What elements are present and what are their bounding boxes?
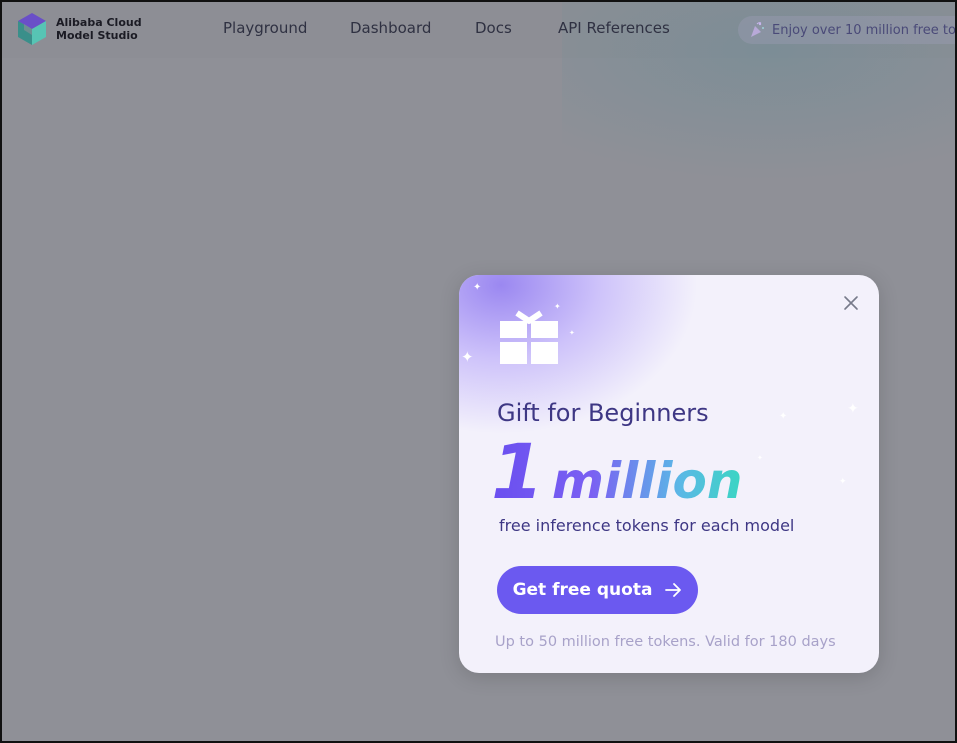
get-free-quota-button[interactable]: Get free quota — [497, 566, 698, 614]
modal-title: Gift for Beginners — [497, 399, 709, 427]
beginner-gift-modal: ✦ ✦ ✦ ✦ ✦ ✦ ✦ ✦ Gift for Beginners 1 mil… — [459, 275, 879, 673]
nav-docs[interactable]: Docs — [475, 19, 512, 37]
close-icon — [844, 296, 858, 310]
promo-text: Enjoy over 10 million free toke — [772, 22, 957, 38]
sparkle-icon: ✦ — [839, 476, 847, 486]
quota-note: Up to 50 million free tokens. Valid for … — [495, 634, 836, 650]
sparkle-icon: ✦ — [757, 455, 763, 462]
app-frame: Alibaba Cloud Model Studio Playground Da… — [0, 0, 957, 743]
token-unit: million — [551, 452, 743, 510]
sparkle-icon: ✦ — [847, 400, 859, 416]
promo-banner[interactable]: Enjoy over 10 million free toke — [738, 16, 957, 44]
arrow-right-icon — [665, 583, 682, 597]
modal-subtitle: free inference tokens for each model — [499, 516, 795, 535]
gift-icon — [497, 301, 561, 370]
sparkle-icon: ✦ — [461, 349, 474, 366]
party-popper-icon — [751, 22, 764, 37]
sparkle-icon: ✦ — [569, 330, 575, 337]
nav-api-references[interactable]: API References — [558, 19, 670, 37]
sparkle-icon: ✦ — [473, 282, 482, 293]
nav-playground[interactable]: Playground — [223, 19, 307, 37]
top-navbar: Alibaba Cloud Model Studio Playground Da… — [2, 2, 957, 182]
token-amount: 1 million — [491, 427, 743, 516]
nav-dashboard[interactable]: Dashboard — [350, 19, 431, 37]
cta-label: Get free quota — [512, 580, 653, 600]
token-number: 1 — [491, 427, 542, 516]
sparkle-icon: ✦ — [779, 411, 788, 422]
close-button[interactable] — [841, 293, 861, 313]
